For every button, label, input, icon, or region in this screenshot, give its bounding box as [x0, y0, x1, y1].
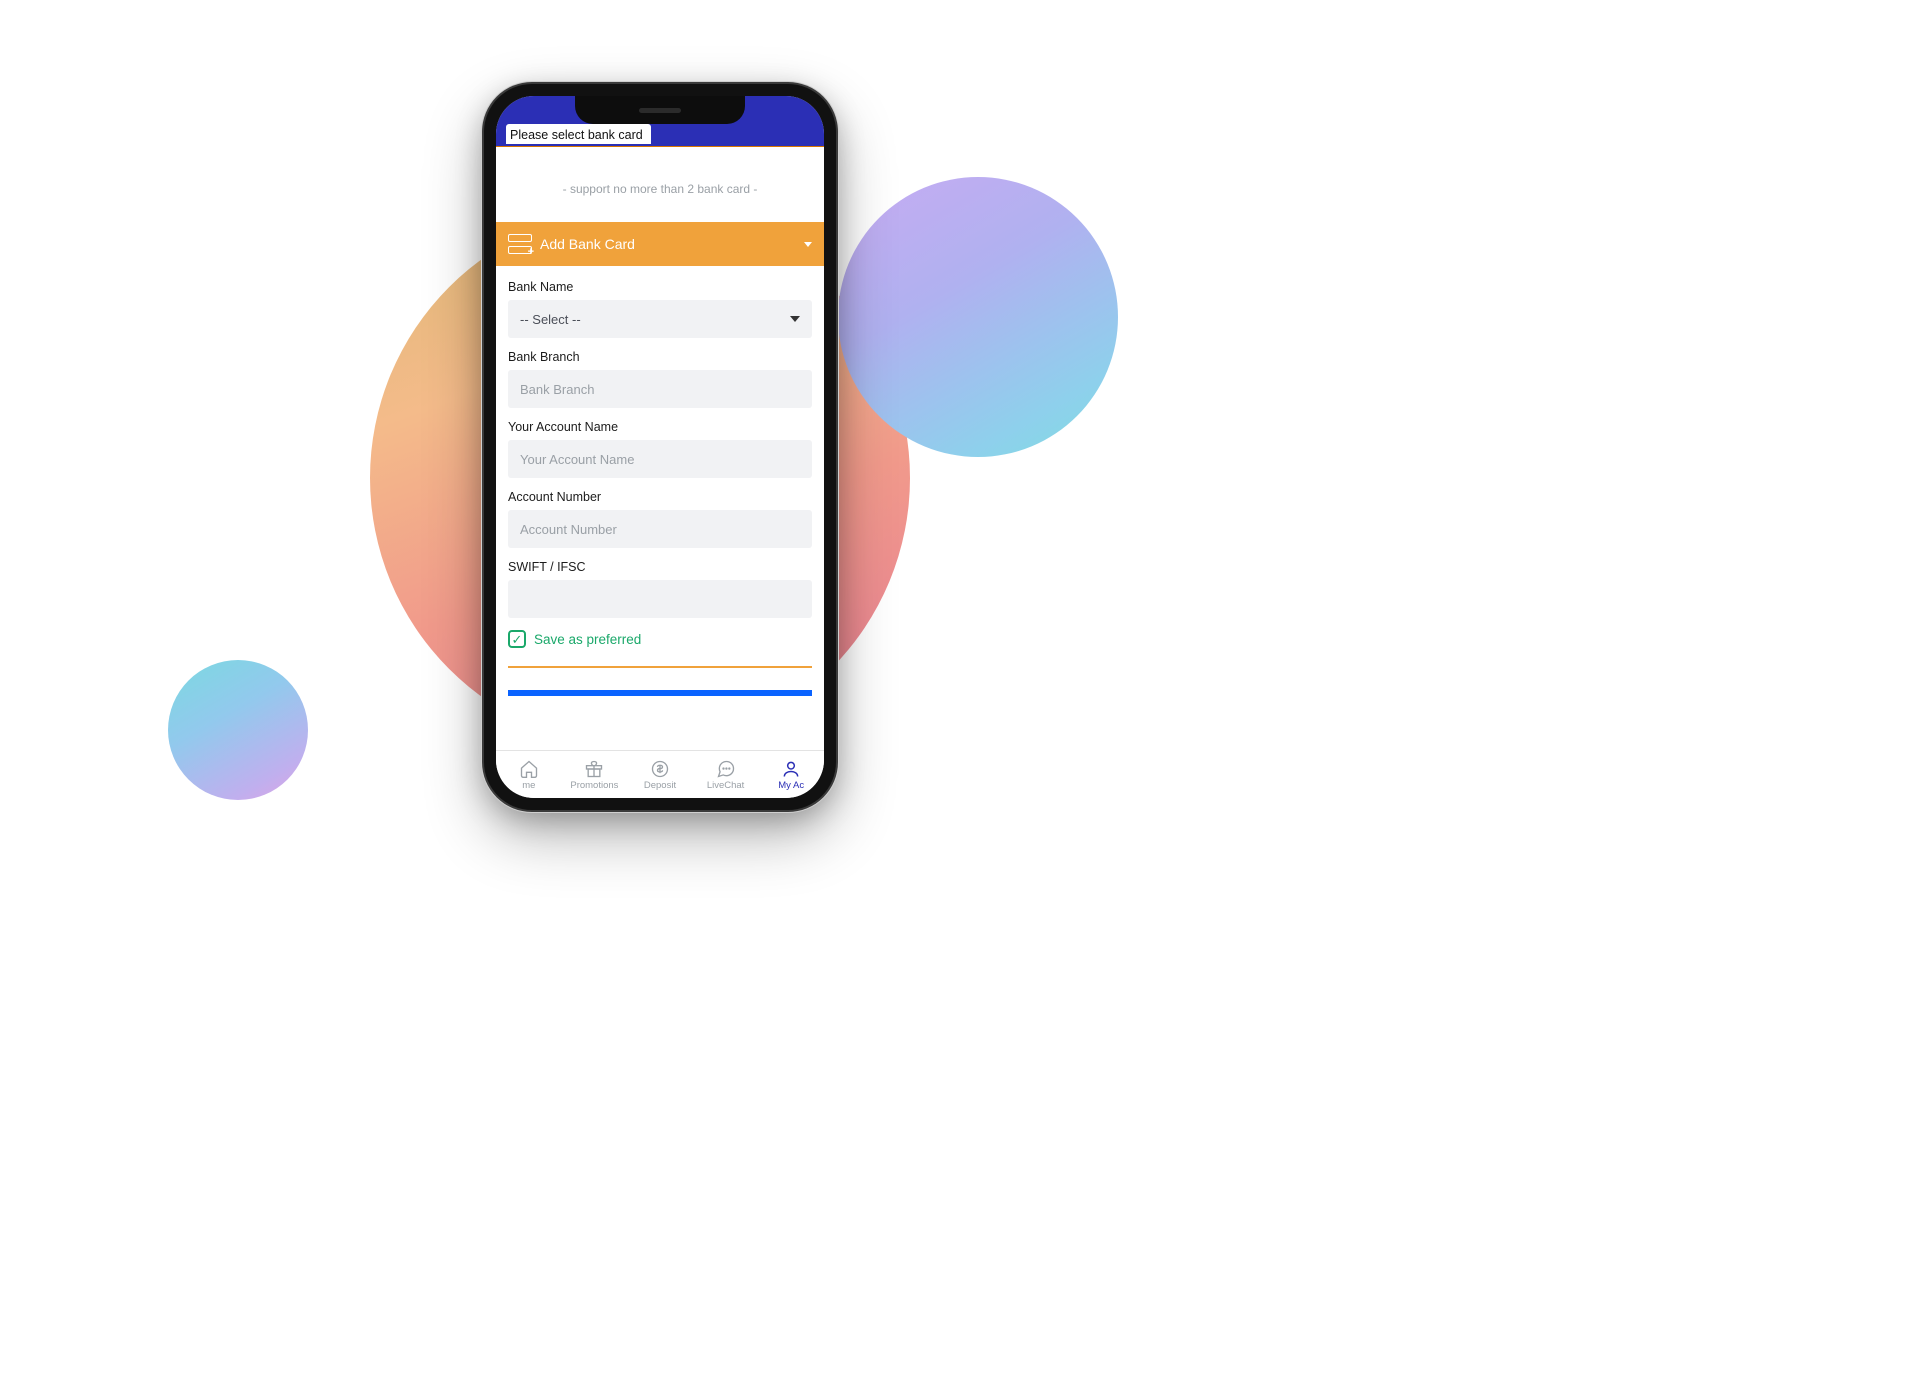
save-preferred-row[interactable]: ✓ Save as preferred — [508, 630, 812, 648]
divider-blue — [508, 690, 812, 696]
tab-deposit[interactable]: Deposit — [627, 751, 693, 798]
swift-label: SWIFT / IFSC — [508, 560, 812, 574]
tab-livechat-label: LiveChat — [707, 780, 745, 791]
bank-card-icon — [508, 234, 532, 254]
tab-home-label: me — [522, 780, 535, 791]
divider-orange — [508, 666, 812, 668]
home-icon — [519, 759, 539, 779]
chat-icon — [716, 759, 736, 779]
tab-deposit-label: Deposit — [644, 780, 676, 791]
bank-branch-label: Bank Branch — [508, 350, 812, 364]
bank-name-select[interactable]: -- Select -- — [508, 300, 812, 338]
person-icon — [781, 759, 801, 779]
bank-card-form: Bank Name -- Select -- Bank Branch Bank … — [496, 266, 824, 750]
bottom-tabbar: me Promotions Deposit LiveChat My Ac — [496, 750, 824, 798]
decorative-circle-small — [168, 660, 308, 800]
account-number-label: Account Number — [508, 490, 812, 504]
add-bank-card-bar[interactable]: Add Bank Card — [496, 222, 824, 266]
dollar-circle-icon — [650, 759, 670, 779]
save-preferred-label: Save as preferred — [534, 632, 641, 647]
tab-account-label: My Ac — [778, 780, 804, 791]
support-note: - support no more than 2 bank card - — [496, 152, 824, 222]
add-bank-card-label: Add Bank Card — [540, 236, 635, 252]
account-name-input[interactable]: Your Account Name — [508, 440, 812, 478]
account-number-input[interactable]: Account Number — [508, 510, 812, 548]
tab-my-account[interactable]: My Ac — [758, 751, 824, 798]
tab-livechat[interactable]: LiveChat — [693, 751, 759, 798]
bank-name-label: Bank Name — [508, 280, 812, 294]
tab-home[interactable]: me — [496, 751, 562, 798]
account-name-label: Your Account Name — [508, 420, 812, 434]
bank-branch-input[interactable]: Bank Branch — [508, 370, 812, 408]
caret-down-icon — [790, 316, 800, 322]
phone-notch — [575, 96, 745, 124]
page-title: Please select bank card — [506, 124, 651, 144]
phone-mockup: Please select bank card - support no mor… — [484, 84, 836, 810]
tab-promotions-label: Promotions — [570, 780, 618, 791]
gift-icon — [584, 759, 604, 779]
bank-name-value: -- Select -- — [520, 312, 581, 327]
decorative-circle-top — [838, 177, 1118, 457]
tab-promotions[interactable]: Promotions — [562, 751, 628, 798]
phone-screen: Please select bank card - support no mor… — [496, 96, 824, 798]
swift-input[interactable] — [508, 580, 812, 618]
checkbox-icon: ✓ — [508, 630, 526, 648]
chevron-down-icon — [804, 242, 812, 247]
